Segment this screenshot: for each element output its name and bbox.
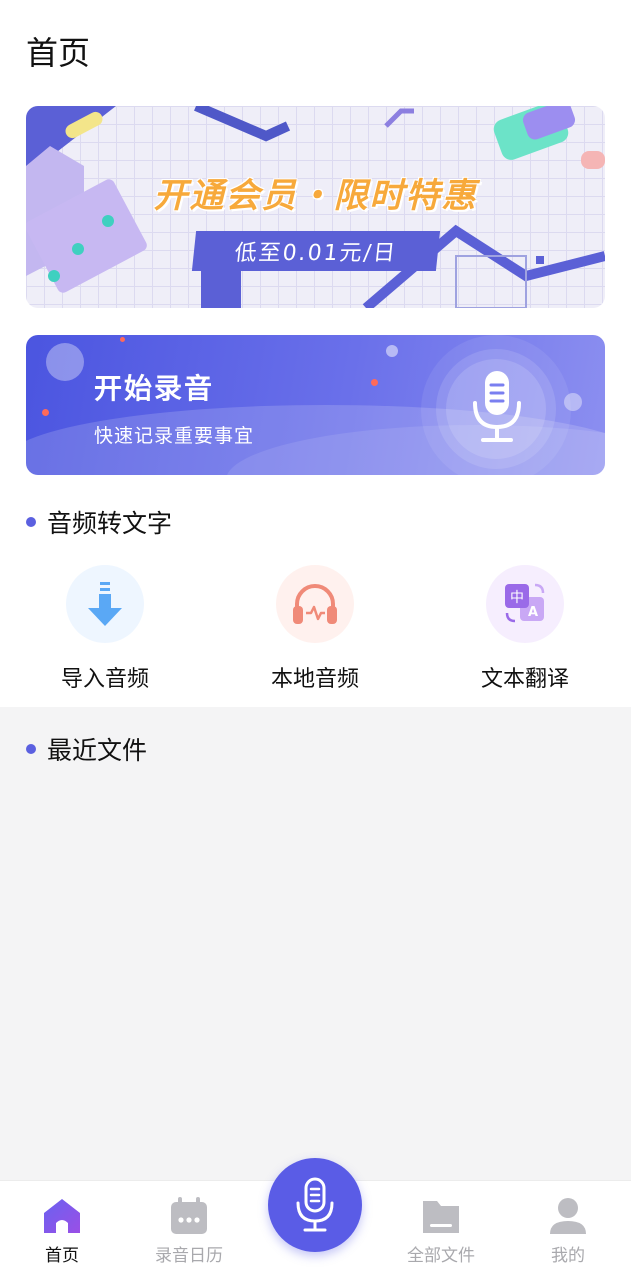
decor-dot [120, 337, 125, 342]
promo-subtitle: 低至0.01元/日 [191, 231, 441, 271]
tab-mine[interactable]: 我的 [518, 1197, 618, 1266]
section-title: 最近文件 [47, 736, 148, 765]
section-dot [26, 517, 36, 527]
import-download-icon [66, 565, 144, 643]
feature-label: 本地音频 [270, 667, 359, 692]
tab-label: 全部文件 [407, 1246, 475, 1266]
microphone-icon [296, 1177, 334, 1232]
svg-text:中: 中 [510, 590, 524, 606]
tab-label: 首页 [45, 1246, 79, 1266]
tab-label: 我的 [551, 1246, 585, 1266]
record-fab-button[interactable] [268, 1158, 362, 1252]
user-icon [550, 1198, 586, 1234]
tab-home[interactable]: 首页 [12, 1197, 112, 1266]
decor-dot [386, 345, 398, 357]
feature-label: 文本翻译 [480, 667, 569, 692]
section-dot [26, 744, 36, 754]
start-recording-banner[interactable]: 开始录音 快速记录重要事宜 [26, 335, 605, 475]
decor-dot [371, 379, 378, 386]
audio-section-header: 音频转文字 [26, 504, 172, 540]
decor-dot [42, 409, 49, 416]
tab-recording-calendar[interactable]: 录音日历 [139, 1197, 239, 1266]
feature-label: 导入音频 [60, 667, 149, 692]
tab-label: 录音日历 [155, 1246, 223, 1266]
vip-promo-banner[interactable]: 开通会员・限时特惠 低至0.01元/日 [26, 106, 605, 308]
record-title: 开始录音 [94, 372, 215, 405]
svg-text:A: A [528, 605, 538, 620]
page-title: 首页 [26, 34, 91, 72]
record-subtitle: 快速记录重要事宜 [94, 425, 255, 447]
recent-files-area [0, 707, 631, 1180]
import-audio-button[interactable]: 导入音频 [30, 565, 180, 693]
folder-icon [423, 1201, 459, 1233]
promo-title: 开通会员・限时特惠 [153, 176, 478, 216]
text-translate-button[interactable]: 中 A 文本翻译 [450, 565, 600, 693]
decor-dot [46, 343, 84, 381]
calendar-icon [171, 1197, 207, 1234]
microphone-icon[interactable] [469, 369, 525, 445]
section-title: 音频转文字 [47, 509, 173, 538]
local-audio-button[interactable]: 本地音频 [240, 565, 390, 693]
headphones-icon [276, 565, 354, 643]
recent-section-header: 最近文件 [26, 731, 147, 767]
tab-all-files[interactable]: 全部文件 [391, 1197, 491, 1266]
home-icon [44, 1199, 80, 1233]
translate-icon: 中 A [486, 565, 564, 643]
